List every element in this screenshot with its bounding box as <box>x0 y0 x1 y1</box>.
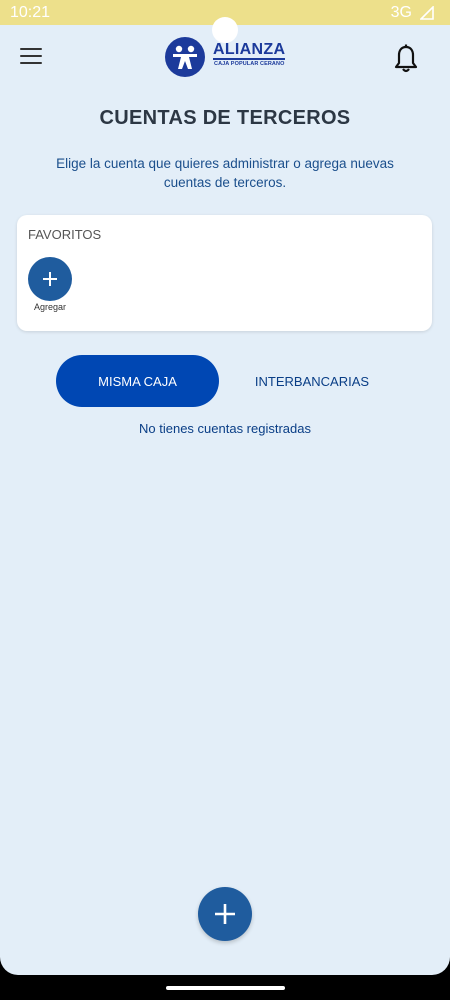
menu-icon[interactable] <box>20 48 42 66</box>
logo-icon <box>165 37 205 77</box>
tab-interbancarias[interactable]: INTERBANCARIAS <box>232 355 392 407</box>
add-favorite-button[interactable] <box>28 257 72 301</box>
tab-misma-caja[interactable]: MISMA CAJA <box>56 355 219 407</box>
empty-state-message: No tienes cuentas registradas <box>139 421 311 436</box>
brand-logo: ALIANZA CAJA POPULAR CERANO <box>165 37 290 79</box>
home-indicator[interactable] <box>166 986 285 990</box>
page-subtitle: Elige la cuenta que quieres administrar … <box>56 156 394 190</box>
plus-icon <box>43 272 57 286</box>
signal-icon <box>420 6 434 20</box>
network-type: 3G <box>390 4 412 21</box>
favorites-card: FAVORITOS Agregar <box>17 215 432 331</box>
add-favorite-label: Agregar <box>33 302 67 312</box>
logo-subtitle: CAJA POPULAR CERANO <box>214 61 285 67</box>
add-account-button[interactable] <box>198 887 252 941</box>
favorites-label: FAVORITOS <box>28 227 102 242</box>
page-title: CUENTAS DE TERCEROS <box>99 107 351 129</box>
plus-icon <box>215 904 235 924</box>
status-time: 10:21 <box>10 4 51 21</box>
logo-name: ALIANZA <box>213 41 286 60</box>
camera-cutout <box>212 17 238 43</box>
app-screen: 10:21 3G ALIANZA CAJA POPULAR CERANO CUE… <box>0 0 450 975</box>
bell-icon[interactable] <box>394 44 418 74</box>
